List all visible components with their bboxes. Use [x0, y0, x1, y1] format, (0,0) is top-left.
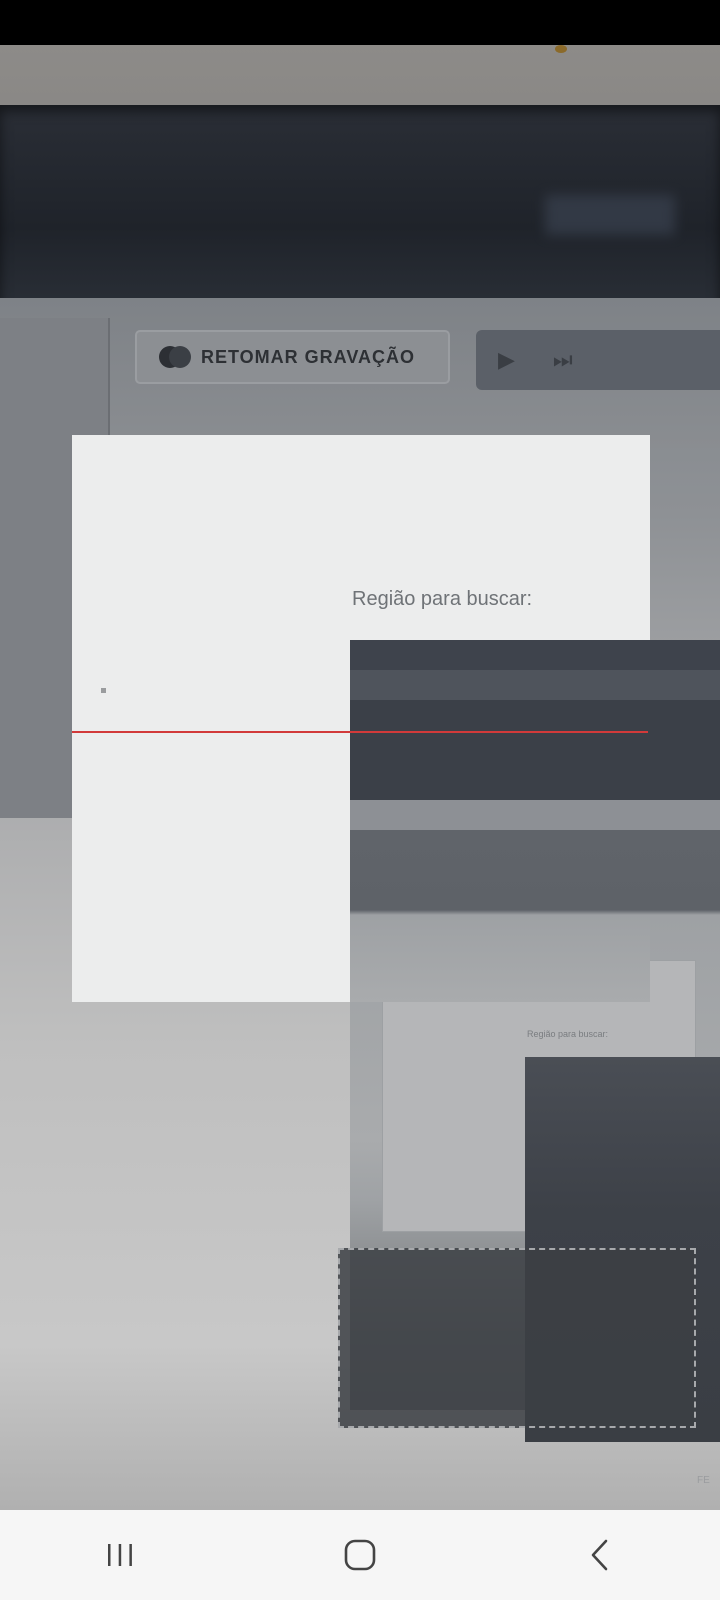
skip-next-icon[interactable]: ⏭	[553, 347, 573, 373]
play-icon[interactable]: ▶	[498, 347, 515, 373]
navigation-bar	[0, 1510, 720, 1600]
back-icon	[591, 1539, 608, 1571]
search-region-label: Região para buscar:	[352, 588, 533, 610]
playback-controls: ▶ ⏭	[476, 330, 720, 390]
record-toggle-icon	[159, 346, 191, 368]
bezel-reflection	[545, 195, 675, 235]
nested-region-label: Região para buscar:	[527, 1029, 609, 1039]
capture-line	[72, 731, 648, 733]
selection-rectangle[interactable]	[338, 1248, 696, 1428]
recent-apps-button[interactable]	[80, 1525, 160, 1585]
back-button[interactable]	[560, 1525, 640, 1585]
home-icon	[344, 1539, 376, 1571]
corner-text: FE	[697, 1475, 710, 1486]
status-bar	[0, 0, 720, 45]
recent-apps-icon	[108, 1544, 132, 1566]
home-button[interactable]	[320, 1525, 400, 1585]
cursor-marker	[101, 688, 106, 693]
region-preview-overlap	[350, 640, 650, 1002]
resume-recording-label: RETOMAR GRAVAÇÃO	[201, 346, 415, 367]
resume-recording-button[interactable]: RETOMAR GRAVAÇÃO	[135, 330, 450, 384]
dust-spot	[555, 45, 567, 53]
